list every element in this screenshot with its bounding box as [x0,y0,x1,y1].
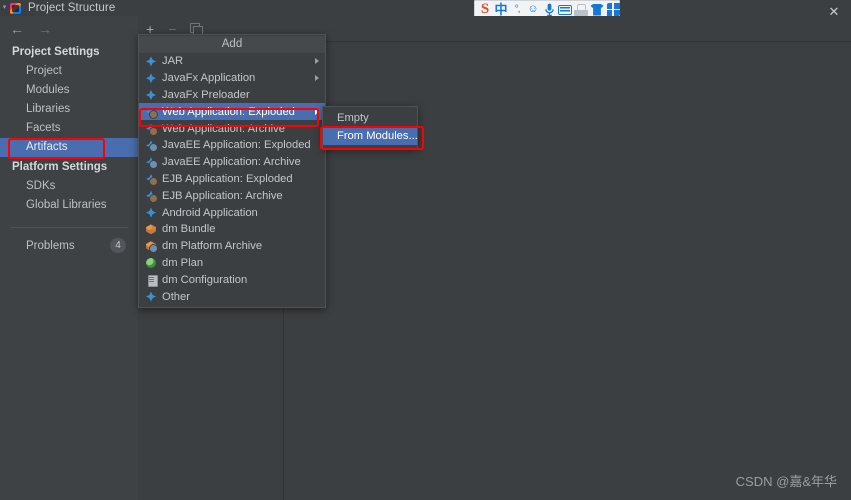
sidebar-item-problems[interactable]: Problems 4 [0,236,138,255]
menu-item-label: dm Platform Archive [162,240,263,253]
submenu-item-label: Empty [337,112,369,124]
sogou-logo-icon[interactable]: S [477,2,493,17]
menu-item-android-application[interactable]: Android Application [139,204,325,221]
menu-item-web-application-exploded[interactable]: Web Application: Exploded [139,103,325,121]
project-structure-window: ▾ Project Structure ✕ S 中 °, ☺ ← → Proje… [0,0,851,500]
sidebar-item-artifacts[interactable]: Artifacts [0,138,138,157]
sidebar-nav-arrows: ← → [0,16,138,42]
menu-item-ejb-application-archive[interactable]: EJB Application: Archive [139,187,325,204]
menu-item-label: JAR [162,55,184,68]
copy-icon[interactable] [190,23,204,36]
menu-item-javafx-application[interactable]: JavaFx Application [139,70,325,87]
menu-item-label: dm Plan [162,256,204,269]
artifact-other-icon [145,291,157,303]
artifact-javaee-exploded-icon [145,139,158,153]
sidebar-group-platform-settings: Platform Settings [12,161,108,173]
menu-item-label: EJB Application: Exploded [162,172,293,185]
menu-item-label: JavaFx Preloader [162,88,250,101]
artifact-web-exploded-icon [145,106,158,119]
menu-item-dm-configuration[interactable]: dm Configuration [139,271,325,288]
menu-item-dm-bundle[interactable]: dm Bundle [139,221,325,238]
menu-item-label: EJB Application: Archive [162,189,283,202]
artifact-ejb-exploded-icon [145,173,158,186]
menu-item-dm-platform-archive[interactable]: dm Platform Archive [139,238,325,255]
chevron-down-icon: ▾ [2,4,7,11]
menu-item-label: dm Configuration [162,273,248,286]
window-title: Project Structure [28,2,116,14]
back-arrow-icon[interactable]: ← [10,22,24,36]
problems-count-badge: 4 [110,238,126,253]
menu-item-label: JavaEE Application: Archive [162,156,301,169]
artifact-javafx-icon [145,72,157,84]
csdn-watermark: CSDN @嘉&年华 [735,474,837,489]
sidebar-item-label: Problems [26,239,75,252]
menu-item-label: Other [162,290,190,303]
sogou-logo-glyph: S [480,2,490,17]
menu-item-web-application-archive[interactable]: Web Application: Archive [139,120,325,137]
dm-bundle-icon [145,223,157,235]
menu-item-javaee-application-exploded[interactable]: JavaEE Application: Exploded [139,137,325,154]
menu-item-label: Web Application: Exploded [162,105,295,118]
artifact-web-archive-icon [145,123,158,136]
menu-item-label: JavaEE Application: Exploded [162,139,311,152]
artifact-android-icon [145,207,157,219]
settings-sidebar: ← → Project Settings Project Modules Lib… [0,16,138,500]
sidebar-item-sdks[interactable]: SDKs [0,177,138,196]
menu-item-label: Web Application: Archive [162,122,285,135]
submenu-item-label: From Modules... [337,130,418,142]
sidebar-item-libraries[interactable]: Libraries [0,100,138,119]
artifact-ejb-archive-icon [145,190,158,203]
dm-plan-icon [145,257,157,269]
sidebar-group-project-settings: Project Settings [12,46,100,58]
forward-arrow-icon[interactable]: → [38,22,52,36]
add-artifact-menu[interactable]: Add JAR JavaFx Application JavaFx Preloa… [138,34,326,308]
chevron-right-icon [315,58,319,65]
artifact-javafx-preloader-icon [145,89,157,101]
submenu-item-from-modules[interactable]: From Modules... [323,127,418,145]
menu-item-label: Android Application [162,206,258,219]
dm-configuration-icon [145,274,158,287]
sidebar-item-modules[interactable]: Modules [0,81,138,100]
sidebar-item-project[interactable]: Project [0,62,138,81]
chevron-right-icon [315,108,319,115]
web-exploded-submenu[interactable]: Empty From Modules... [322,106,418,149]
menu-item-javaee-application-archive[interactable]: JavaEE Application: Archive [139,154,325,171]
artifact-javaee-archive-icon [145,156,158,170]
artifact-jar-icon [145,55,157,67]
dm-platform-archive-icon [145,240,158,254]
chevron-right-icon [315,75,319,82]
menu-item-label: JavaFx Application [162,72,256,85]
sidebar-item-facets[interactable]: Facets [0,119,138,138]
menu-item-javafx-preloader[interactable]: JavaFx Preloader [139,87,325,104]
window-titlebar: ▾ Project Structure ✕ [0,0,851,18]
sidebar-item-global-libraries[interactable]: Global Libraries [0,196,138,215]
submenu-item-empty[interactable]: Empty [323,109,417,127]
menu-header-add: Add [139,36,325,53]
menu-item-jar[interactable]: JAR [139,53,325,70]
menu-item-label: dm Bundle [162,223,216,236]
menu-item-dm-plan[interactable]: dm Plan [139,255,325,272]
sidebar-divider [10,227,128,228]
menu-item-other[interactable]: Other [139,288,325,305]
intellij-idea-logo-icon [10,2,21,14]
menu-item-ejb-application-exploded[interactable]: EJB Application: Exploded [139,171,325,188]
